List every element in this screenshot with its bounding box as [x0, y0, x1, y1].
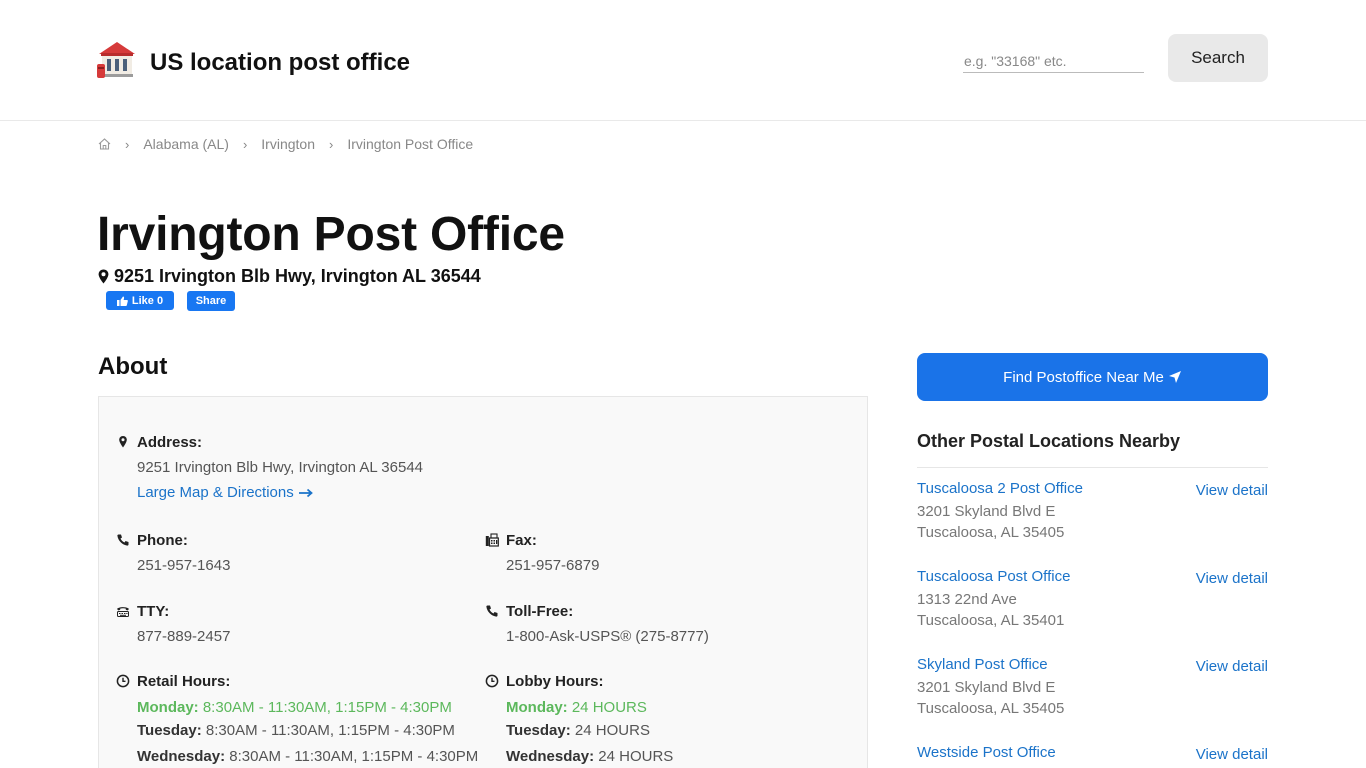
fax-label: Fax: [506, 532, 537, 549]
nearby-location-item: Westside Post Office View detail [917, 744, 1268, 763]
breadcrumb-state[interactable]: Alabama (AL) [143, 136, 229, 152]
nearby-location-city: Tuscaloosa, AL 35405 [917, 524, 1065, 541]
site-title[interactable]: US location post office [150, 49, 410, 77]
phone-value[interactable]: 251-957-1643 [137, 557, 230, 574]
post-office-logo-icon[interactable] [97, 40, 137, 80]
lobby-day: Monday: [506, 699, 568, 716]
nearby-location-item: Tuscaloosa Post Office 1313 22nd Ave Tus… [917, 568, 1268, 629]
breadcrumb-current: Irvington Post Office [347, 136, 474, 152]
facebook-share-button[interactable]: Share [187, 291, 235, 311]
retail-day: Tuesday: [137, 722, 202, 739]
retail-time: 8:30AM - 11:30AM, 1:15PM - 4:30PM [205, 722, 455, 739]
retail-hours-row: Wednesday: 8:30AM - 11:30AM, 1:15PM - 4:… [137, 748, 478, 765]
retail-hours-row: Tuesday: 8:30AM - 11:30AM, 1:15PM - 4:30… [137, 722, 478, 739]
tollfree-value[interactable]: 1-800-Ask-USPS® (275-8777) [506, 628, 709, 645]
thumbs-up-icon [116, 296, 128, 306]
lobby-time: 24 HOURS [598, 748, 674, 765]
nearby-location-city: Tuscaloosa, AL 35405 [917, 700, 1065, 717]
page-address: 9251 Irvington Blb Hwy, Irvington AL 365… [98, 266, 481, 287]
map-marker-icon [98, 269, 109, 284]
about-heading: About [98, 353, 168, 380]
fax-value: 251-957-6879 [506, 557, 600, 574]
phone-label: Phone: [137, 532, 188, 549]
retail-hours-label: Retail Hours: [137, 673, 231, 690]
nearby-heading: Other Postal Locations Nearby [917, 431, 1181, 451]
map-marker-icon [119, 436, 127, 448]
lobby-day: Tuesday: [506, 722, 571, 739]
breadcrumb: › Alabama (AL) › Irvington › Irvington P… [98, 135, 473, 153]
divider [917, 467, 1268, 468]
breadcrumb-city[interactable]: Irvington [261, 136, 315, 152]
retail-hours-row: Monday: 8:30AM - 11:30AM, 1:15PM - 4:30P… [137, 699, 478, 716]
view-detail-link[interactable]: View detail [1196, 570, 1268, 587]
lobby-hours-row: Wednesday: 24 HOURS [506, 748, 673, 765]
lobby-hours-row: Monday: 24 HOURS [506, 699, 673, 716]
chevron-right-icon: › [125, 136, 130, 152]
about-panel: Address: 9251 Irvington Blb Hwy, Irvingt… [98, 396, 868, 768]
address-label: Address: [137, 434, 203, 451]
location-arrow-icon [1168, 371, 1181, 383]
lobby-day: Wednesday: [506, 748, 595, 765]
tollfree-field: Toll-Free: 1-800-Ask-USPS® (275-8777) [486, 603, 709, 645]
retail-day: Monday: [137, 699, 199, 716]
clock-icon [116, 674, 130, 688]
nearby-location-street: 3201 Skyland Blvd E [917, 503, 1056, 520]
address-field: Address: 9251 Irvington Blb Hwy, Irvingt… [119, 434, 424, 502]
nearby-location-item: Skyland Post Office 3201 Skyland Blvd E … [917, 656, 1268, 717]
phone-field: Phone: 251-957-1643 [117, 532, 230, 574]
fax-field: Fax: 251-957-6879 [485, 532, 600, 574]
tty-label: TTY: [137, 603, 170, 620]
lobby-hours-field: Lobby Hours: Monday: 24 HOURS Tuesday: 2… [485, 673, 673, 765]
nearby-location-item: Tuscaloosa 2 Post Office 3201 Skyland Bl… [917, 480, 1268, 541]
clock-icon [485, 674, 499, 688]
nearby-location-city: Tuscaloosa, AL 35401 [917, 612, 1065, 629]
view-detail-link[interactable]: View detail [1196, 658, 1268, 675]
chevron-right-icon: › [328, 136, 334, 152]
page-title: Irvington Post Office [97, 208, 565, 261]
view-detail-link[interactable]: View detail [1196, 746, 1268, 763]
facebook-like-label: Like 0 [131, 294, 164, 307]
home-icon[interactable] [98, 138, 111, 150]
lobby-time: 24 HOURS [574, 722, 650, 739]
retail-time: 8:30AM - 11:30AM, 1:15PM - 4:30PM [202, 699, 452, 716]
fax-icon [485, 533, 499, 547]
facebook-like-button[interactable]: Like 0 [106, 291, 174, 310]
site-header: US location post office Search [0, 0, 1366, 121]
search-input[interactable] [963, 49, 1144, 73]
phone-icon [117, 534, 129, 546]
find-postoffice-near-me-button[interactable]: Find Postoffice Near Me [917, 353, 1268, 401]
tollfree-label: Toll-Free: [506, 603, 574, 620]
lobby-time: 24 HOURS [571, 699, 647, 716]
lobby-hours-row: Tuesday: 24 HOURS [506, 722, 673, 739]
map-directions-label: Large Map & Directions [137, 484, 294, 501]
address-value: 9251 Irvington Blb Hwy, Irvington AL 365… [137, 459, 424, 476]
chevron-right-icon: › [242, 136, 248, 152]
lobby-hours-label: Lobby Hours: [506, 673, 604, 690]
find-postoffice-label: Find Postoffice Near Me [1003, 368, 1164, 386]
nearby-location-street: 3201 Skyland Blvd E [917, 679, 1056, 696]
arrow-right-icon [298, 488, 313, 497]
phone-icon [486, 605, 498, 617]
tty-icon [117, 607, 129, 617]
tty-field: TTY: 877-889-2457 [117, 603, 230, 645]
retail-day: Wednesday: [137, 748, 226, 765]
view-detail-link[interactable]: View detail [1196, 482, 1268, 499]
map-directions-link[interactable]: Large Map & Directions [137, 484, 314, 501]
retail-time: 8:30AM - 11:30AM, 1:15PM - 4:30PM [229, 748, 479, 765]
tty-value[interactable]: 877-889-2457 [137, 628, 230, 645]
retail-hours-field: Retail Hours: Monday: 8:30AM - 11:30AM, … [116, 673, 478, 765]
page-address-text: 9251 Irvington Blb Hwy, Irvington AL 365… [114, 266, 481, 286]
nearby-location-street: 1313 22nd Ave [917, 591, 1017, 608]
search-button[interactable]: Search [1168, 34, 1268, 82]
